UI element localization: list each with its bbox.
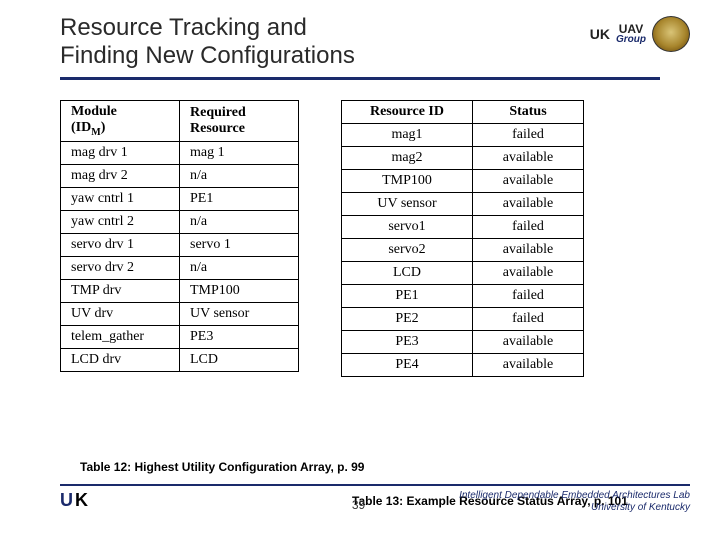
cell-status: failed [473, 308, 584, 331]
col-header-required-resource: Required Resource [180, 101, 299, 142]
lab-line-1: Intelligent Dependable Embedded Architec… [459, 490, 690, 503]
cell-status: available [473, 170, 584, 193]
header-logos: UK UAV Group [590, 16, 690, 52]
title-line-1: Resource Tracking and [60, 14, 307, 41]
title-line-2: Finding New Configurations [60, 42, 355, 69]
cell-resource-id: PE1 [342, 285, 473, 308]
table-row: yaw cntrl 1PE1 [61, 187, 299, 210]
cell-resource-id: PE4 [342, 354, 473, 377]
table-row: TMP100available [342, 170, 584, 193]
table-header-row: Resource ID Status [342, 101, 584, 124]
cell-resource: TMP100 [180, 279, 299, 302]
footer-rule [60, 484, 690, 486]
cell-resource-id: UV sensor [342, 193, 473, 216]
cell-status: available [473, 193, 584, 216]
table-row: mag drv 2n/a [61, 164, 299, 187]
cell-module: telem_gather [61, 325, 180, 348]
cell-status: failed [473, 285, 584, 308]
configuration-array-table: Module (IDM) Required Resource mag drv 1… [60, 100, 299, 372]
table-12-caption: Table 12: Highest Utility Configuration … [80, 460, 364, 474]
cell-module: UV drv [61, 302, 180, 325]
cell-resource-id: PE2 [342, 308, 473, 331]
table-row: mag drv 1mag 1 [61, 141, 299, 164]
cell-module: mag drv 2 [61, 164, 180, 187]
table-row: PE2failed [342, 308, 584, 331]
slide-footer: UK 39 Intelligent Dependable Embedded Ar… [0, 484, 720, 530]
table-row: servo2available [342, 239, 584, 262]
table-row: LCDavailable [342, 262, 584, 285]
uk-letter-u: U [60, 490, 73, 511]
cell-resource-id: TMP100 [342, 170, 473, 193]
cell-status: available [473, 331, 584, 354]
page-number: 39 [352, 498, 365, 512]
uk-logo-text: UK [590, 26, 610, 42]
cell-resource: UV sensor [180, 302, 299, 325]
table-row: PE1failed [342, 285, 584, 308]
cell-resource: mag 1 [180, 141, 299, 164]
lab-credit: Intelligent Dependable Embedded Architec… [459, 490, 690, 515]
cell-resource-id: mag2 [342, 147, 473, 170]
cell-resource-id: LCD [342, 262, 473, 285]
table-row: UV drvUV sensor [61, 302, 299, 325]
uav-logo-bottom: Group [616, 35, 646, 45]
table-row: TMP drvTMP100 [61, 279, 299, 302]
table-row: yaw cntrl 2n/a [61, 210, 299, 233]
cell-status: available [473, 262, 584, 285]
cell-resource: servo 1 [180, 233, 299, 256]
table-row: servo drv 2n/a [61, 256, 299, 279]
cell-resource-id: PE3 [342, 331, 473, 354]
col-header-module: Module (IDM) [61, 101, 180, 142]
idea-logo-icon [652, 16, 690, 52]
resource-status-table: Resource ID Status mag1failed mag2availa… [341, 100, 584, 377]
table-row: servo1failed [342, 216, 584, 239]
col-header-resource-id: Resource ID [342, 101, 473, 124]
uav-group-logo: UAV Group [616, 23, 646, 45]
cell-resource: n/a [180, 164, 299, 187]
cell-status: available [473, 239, 584, 262]
cell-module: TMP drv [61, 279, 180, 302]
table-row: telem_gatherPE3 [61, 325, 299, 348]
cell-status: available [473, 354, 584, 377]
cell-resource-id: servo2 [342, 239, 473, 262]
table-row: PE3available [342, 331, 584, 354]
cell-status: failed [473, 124, 584, 147]
cell-resource: LCD [180, 348, 299, 371]
cell-resource: n/a [180, 256, 299, 279]
cell-module: yaw cntrl 1 [61, 187, 180, 210]
table-row: servo drv 1servo 1 [61, 233, 299, 256]
cell-module: LCD drv [61, 348, 180, 371]
title-rule [60, 77, 660, 80]
slide-title: Resource Tracking and Finding New Config… [60, 14, 660, 73]
table-row: LCD drvLCD [61, 348, 299, 371]
table-row: mag1failed [342, 124, 584, 147]
table-row: PE4available [342, 354, 584, 377]
cell-resource-id: servo1 [342, 216, 473, 239]
cell-status: available [473, 147, 584, 170]
col-header-status: Status [473, 101, 584, 124]
table-row: UV sensoravailable [342, 193, 584, 216]
table-header-row: Module (IDM) Required Resource [61, 101, 299, 142]
lab-line-2: University of Kentucky [459, 502, 690, 515]
uk-footer-logo: UK [60, 490, 88, 511]
table-row: mag2available [342, 147, 584, 170]
uk-letter-k: K [75, 490, 88, 511]
cell-resource: PE3 [180, 325, 299, 348]
cell-resource: PE1 [180, 187, 299, 210]
cell-resource-id: mag1 [342, 124, 473, 147]
cell-status: failed [473, 216, 584, 239]
cell-module: yaw cntrl 2 [61, 210, 180, 233]
cell-module: servo drv 1 [61, 233, 180, 256]
cell-resource: n/a [180, 210, 299, 233]
cell-module: servo drv 2 [61, 256, 180, 279]
cell-module: mag drv 1 [61, 141, 180, 164]
